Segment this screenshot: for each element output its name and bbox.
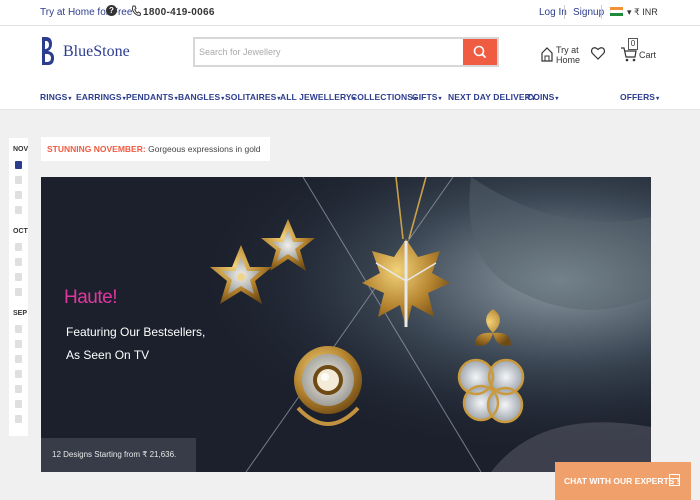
collection-ribbon: STUNNING NOVEMBER: Gorgeous expressions … [41,137,270,161]
month-timeline: NOV OCT SEP [9,138,28,436]
banner-headline: Haute! [64,287,117,308]
search-box [193,37,499,67]
search-input[interactable] [199,42,461,62]
nav-rings[interactable]: RINGS▾ [40,92,72,102]
search-icon [473,45,486,58]
top-bar: Try at Home for Free ? 1800-419-0066 Log… [0,0,700,26]
search-button[interactable] [463,39,497,65]
timeline-dot-active[interactable] [15,161,22,169]
timeline-dot[interactable] [15,206,22,214]
nav-solitaires[interactable]: SOLITAIRES▾ [225,92,281,102]
cart-button[interactable]: 0 Cart [620,38,660,68]
phone-number[interactable]: 1800-419-0066 [143,7,215,18]
timeline-dot[interactable] [15,325,22,333]
timeline-dot[interactable] [15,400,22,408]
timeline-dot[interactable] [15,191,22,199]
ribbon-text: Gorgeous expressions in gold [148,144,261,154]
chat-label: CHAT WITH OUR EXPERTS ! [564,476,680,486]
nav-offers[interactable]: OFFERS▾ [620,92,659,102]
timeline-month-oct[interactable]: OCT [13,228,28,235]
india-flag-icon[interactable] [610,7,623,16]
ribbon-highlight: STUNNING NOVEMBER: [47,144,146,154]
timeline-dot[interactable] [15,258,22,266]
banner-line-1: Featuring Our Bestsellers, [66,325,206,339]
try-at-home-button[interactable]: Try at Home [540,43,580,69]
chat-icon [669,474,680,486]
home-icon [541,47,553,62]
banner-line-2: As Seen On TV [66,348,150,362]
nav-earrings[interactable]: EARRINGS▾ [76,92,126,102]
logo-text[interactable]: BlueStone [63,43,130,61]
nav-collections[interactable]: COLLECTIONS▾ [351,92,417,102]
timeline-month-sep[interactable]: SEP [13,310,27,317]
nav-next-day-delivery[interactable]: NEXT DAY DELIVERY [448,92,536,102]
nav-coins[interactable]: COINS▾ [527,92,559,102]
try-at-home-label: Try at Home [556,45,581,65]
phone-icon [132,5,141,16]
hero-banner[interactable]: Haute! Featuring Our Bestsellers, As See… [41,177,651,472]
timeline-dot[interactable] [15,176,22,184]
nav-bangles[interactable]: BANGLES▾ [178,92,224,102]
heart-icon[interactable] [590,45,606,61]
timeline-dot[interactable] [15,415,22,423]
timeline-dot[interactable] [15,385,22,393]
bluestone-logo-icon[interactable] [40,36,56,66]
timeline-dot[interactable] [15,243,22,251]
timeline-dot[interactable] [15,355,22,363]
main-nav: RINGS▾ EARRINGS▾ PENDANTS▾ BANGLES▾ SOLI… [0,84,700,110]
cart-icon [621,47,637,62]
nav-gifts[interactable]: GIFTS▾ [412,92,442,102]
nav-pendants[interactable]: PENDANTS▾ [126,92,178,102]
timeline-dot[interactable] [15,288,22,296]
cart-label: Cart [639,50,657,60]
question-icon[interactable]: ? [106,5,117,16]
header: BlueStone Try atHome 0 Cart [0,26,700,84]
nav-all-jewellery[interactable]: ALL JEWELLERY▾ [280,92,356,102]
chat-with-experts-button[interactable]: CHAT WITH OUR EXPERTS ! [555,462,691,500]
signup-link[interactable]: Signup [573,7,604,18]
divider [601,5,602,19]
designs-price-caption: 12 Designs Starting from ₹ 21,636. [41,438,196,472]
login-link[interactable]: Log In [539,7,567,18]
timeline-month-nov[interactable]: NOV [13,146,28,153]
currency-selector[interactable]: ▾ ₹ INR [627,7,658,18]
timeline-dot[interactable] [15,370,22,378]
try-at-home-link[interactable]: Try at Home for Free [40,7,132,18]
divider [564,5,565,19]
timeline-dot[interactable] [15,340,22,348]
timeline-dot[interactable] [15,273,22,281]
